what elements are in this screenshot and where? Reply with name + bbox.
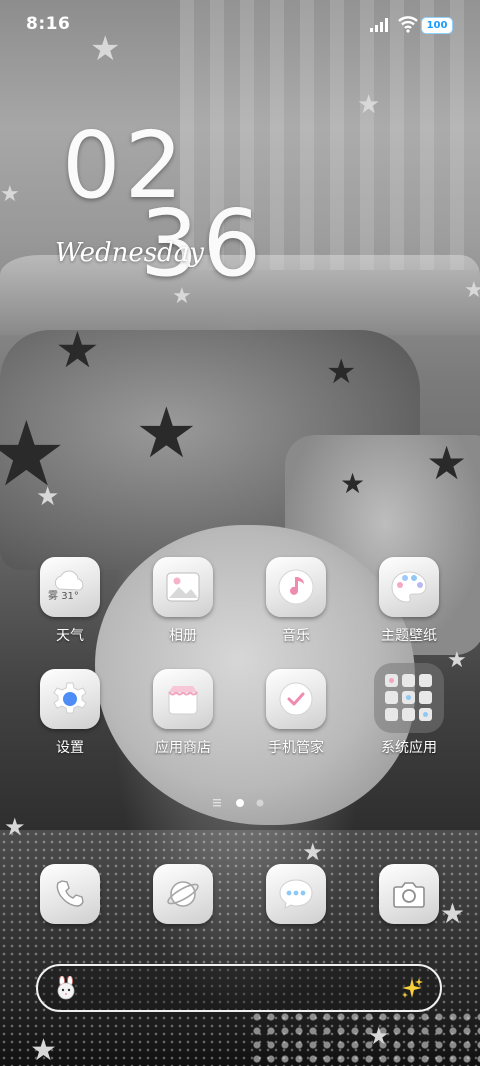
app-phone-manager[interactable]: 手机管家	[246, 669, 346, 757]
store-icon	[153, 669, 213, 729]
star-decoration-icon: ★	[0, 182, 20, 207]
browser-icon	[153, 864, 213, 924]
cellular-signal-icon	[370, 18, 388, 32]
weather-icon: 雾 31°	[40, 557, 100, 617]
page-list-icon	[213, 799, 221, 807]
gear-icon	[40, 669, 100, 729]
home-screen: ★ ★ ★ ★ ★ ★ ★ ★ ★ ★ ★ ★ ★ ★ ★ ★ ★ ★ 8:16…	[0, 0, 480, 1066]
app-label: 天气	[56, 628, 84, 644]
search-bar[interactable]	[36, 964, 442, 1012]
app-music[interactable]: 音乐	[246, 557, 346, 645]
folder-icon	[374, 663, 444, 733]
battery-level: 100	[426, 20, 448, 31]
music-icon	[266, 557, 326, 617]
star-decoration-icon: ★	[302, 838, 324, 866]
app-label: 主题壁纸	[381, 628, 437, 644]
dock-camera[interactable]	[359, 864, 459, 924]
palette-icon	[379, 557, 439, 617]
weather-reading: 雾 31°	[48, 587, 79, 602]
weather-condition: 雾	[48, 591, 58, 602]
app-label: 应用商店	[155, 740, 211, 756]
photos-icon	[153, 557, 213, 617]
app-folder-system[interactable]: 系统应用	[359, 663, 459, 757]
app-label: 系统应用	[381, 740, 437, 756]
app-settings[interactable]: 设置	[20, 669, 120, 757]
page-indicator[interactable]	[210, 797, 270, 809]
star-decoration-icon: ★	[426, 436, 468, 490]
status-bar: 8:16 100	[0, 0, 480, 50]
battery-icon: 100	[421, 17, 453, 34]
wallpaper-lace	[250, 1010, 480, 1066]
star-decoration-icon: ★	[4, 813, 26, 841]
sparkle-icon[interactable]	[400, 976, 424, 1000]
app-themes[interactable]: 主题壁纸	[359, 557, 459, 645]
star-decoration-icon: ★	[326, 352, 357, 392]
phone-icon	[40, 864, 100, 924]
page-dot-active	[236, 799, 244, 807]
page-dot	[256, 799, 264, 807]
messages-icon	[266, 864, 326, 924]
star-decoration-icon: ★	[368, 1022, 390, 1050]
star-decoration-icon: ★	[36, 482, 60, 512]
app-weather[interactable]: 雾 31° 天气	[20, 557, 120, 645]
security-icon	[266, 669, 326, 729]
assistant-avatar-icon[interactable]	[54, 976, 78, 1000]
app-label: 音乐	[282, 628, 310, 644]
app-store[interactable]: 应用商店	[133, 669, 233, 757]
app-photos[interactable]: 相册	[133, 557, 233, 645]
weather-temp: 31°	[61, 591, 79, 602]
app-label: 手机管家	[268, 740, 324, 756]
star-decoration-icon: ★	[464, 278, 480, 303]
dock-phone[interactable]	[20, 864, 120, 924]
star-decoration-icon: ★	[30, 1033, 57, 1066]
dock-browser[interactable]	[133, 864, 233, 924]
camera-icon	[379, 864, 439, 924]
app-label: 设置	[56, 740, 84, 756]
star-decoration-icon: ★	[135, 392, 198, 474]
star-decoration-icon: ★	[357, 90, 381, 120]
star-decoration-icon: ★	[55, 321, 100, 379]
star-decoration-icon: ★	[340, 467, 366, 500]
clock-weekday: Wednesday	[55, 238, 204, 268]
wifi-icon	[398, 16, 418, 33]
status-time: 8:16	[26, 14, 71, 34]
dock-messages[interactable]	[246, 864, 346, 924]
app-label: 相册	[169, 628, 197, 644]
